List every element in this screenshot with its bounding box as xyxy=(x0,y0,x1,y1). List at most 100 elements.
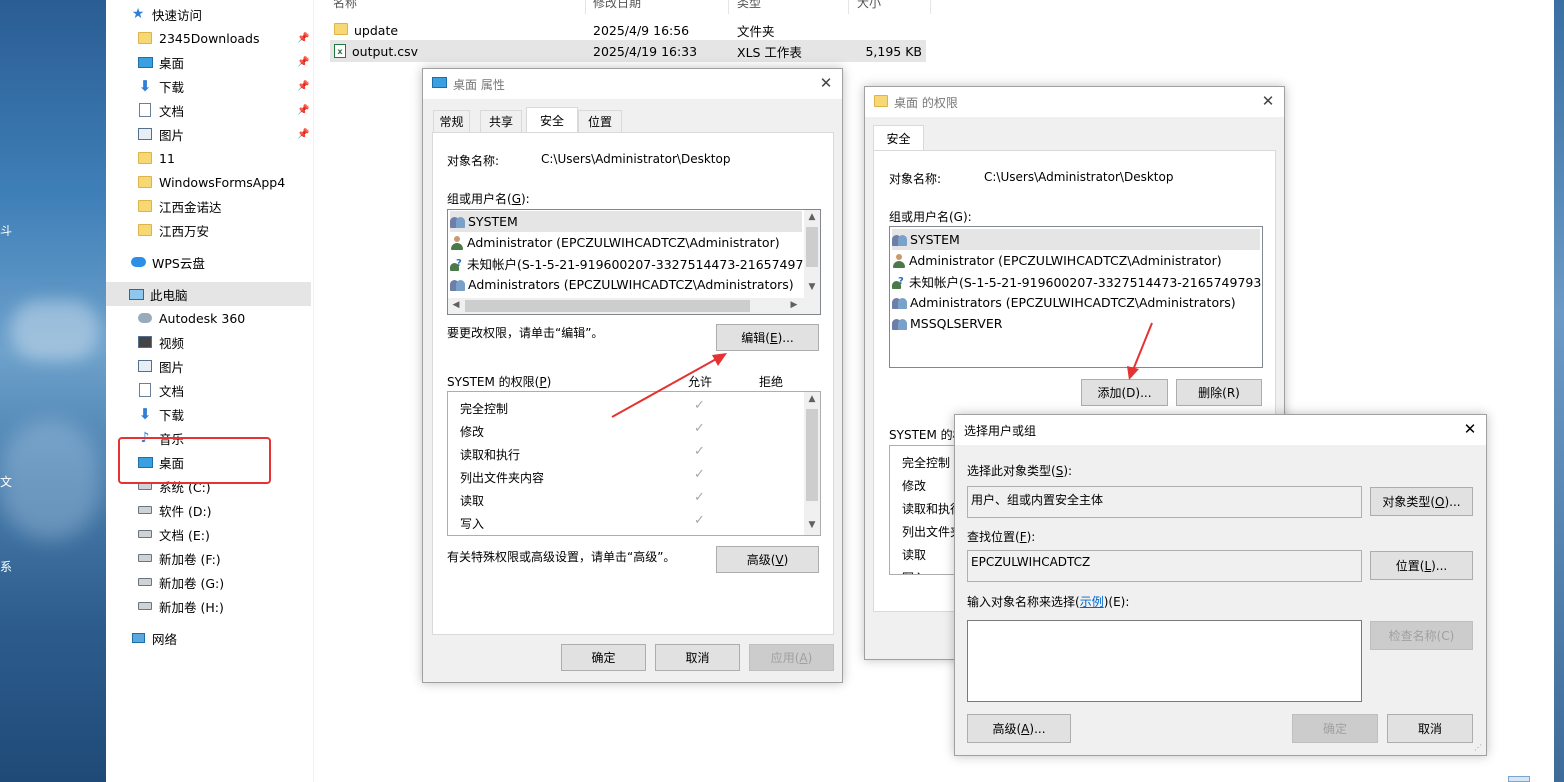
scroll-left-icon[interactable]: ◀ xyxy=(448,300,464,310)
permissions-list[interactable]: 完全控制 修改 读取和执行 列出文件夹内容 读取 写入 ✓ ✓ ✓ ✓ ✓ ✓ … xyxy=(447,391,821,536)
picture-icon xyxy=(137,358,153,374)
nav-item-documents-pinned[interactable]: 文档 xyxy=(137,98,184,122)
close-icon[interactable]: ✕ xyxy=(1462,421,1478,437)
nav-item-2345downloads[interactable]: 2345Downloads xyxy=(137,26,259,50)
object-names-textarea[interactable] xyxy=(967,620,1362,702)
column-divider[interactable] xyxy=(728,0,729,14)
nav-item-autodesk-360[interactable]: Autodesk 360 xyxy=(137,306,245,330)
nav-item-downloads-pinned[interactable]: ⬇ 下载 xyxy=(137,74,184,98)
remove-button[interactable]: 删除(R) xyxy=(1176,379,1262,406)
advanced-button[interactable]: 高级(A)... xyxy=(967,714,1071,743)
nav-item-downloads[interactable]: ⬇ 下载 xyxy=(137,402,184,426)
scroll-right-icon[interactable]: ▶ xyxy=(786,300,802,310)
nav-item-jiangxi-jinnuoda[interactable]: 江西金诺达 xyxy=(137,194,222,218)
nav-item-drive-e[interactable]: 文档 (E:) xyxy=(137,522,210,546)
edit-button[interactable]: 编辑(E)... xyxy=(716,324,819,351)
permission-name: 读取和执行 xyxy=(460,448,521,462)
vertical-scrollbar[interactable]: ▲ ▼ xyxy=(804,392,820,535)
nav-item-jiangxi-wanan[interactable]: 江西万安 xyxy=(137,218,209,242)
nav-item-documents[interactable]: 文档 xyxy=(137,378,184,402)
list-item[interactable]: SYSTEM xyxy=(450,211,802,232)
column-header-name[interactable]: 名称 xyxy=(333,0,357,11)
column-header-type[interactable]: 类型 xyxy=(737,0,761,11)
list-item[interactable]: SYSTEM xyxy=(892,229,1260,250)
ok-button[interactable]: 确定 xyxy=(1292,714,1378,743)
users-group-icon xyxy=(892,295,908,310)
dialog-titlebar[interactable]: 桌面 属性 ✕ xyxy=(423,69,842,99)
tab-security[interactable]: 安全 xyxy=(526,107,578,132)
close-icon[interactable]: ✕ xyxy=(1260,93,1276,109)
tab-location[interactable]: 位置 xyxy=(578,110,622,132)
folder-icon xyxy=(137,222,153,238)
close-icon[interactable]: ✕ xyxy=(818,75,834,91)
location-label: 查找位置(F): xyxy=(967,530,1036,544)
file-row-selected[interactable]: x output.csv 2025/4/19 16:33 XLS 工作表 5,1… xyxy=(330,40,926,62)
nav-item-pictures-pinned[interactable]: 图片 xyxy=(137,122,184,146)
horizontal-scrollbar[interactable]: ◀ ▶ xyxy=(448,298,820,314)
check-names-button[interactable]: 检查名称(C) xyxy=(1370,621,1473,650)
cancel-button[interactable]: 取消 xyxy=(1387,714,1473,743)
users-listbox[interactable]: SYSTEM Administrator (EPCZULWIHCADTCZ\Ad… xyxy=(447,209,821,315)
advanced-button[interactable]: 高级(V) xyxy=(716,546,819,573)
scrollbar-thumb[interactable] xyxy=(465,300,750,312)
nav-item-windowsformsapp4[interactable]: WindowsFormsApp4 xyxy=(137,170,285,194)
dialog-title: 选择用户或组 xyxy=(964,423,1037,438)
column-divider[interactable] xyxy=(930,0,931,14)
nav-item-videos[interactable]: 视频 xyxy=(137,330,184,354)
scroll-down-icon[interactable]: ▼ xyxy=(804,282,820,292)
download-icon: ⬇ xyxy=(138,405,152,423)
list-item[interactable]: MSSQLSERVER xyxy=(892,313,1002,334)
user-icon xyxy=(892,253,906,268)
column-header-size[interactable]: 大小 xyxy=(857,0,881,11)
nav-item-wps-cloud[interactable]: WPS云盘 xyxy=(130,250,205,274)
file-row[interactable]: update 2025/4/9 16:56 文件夹 xyxy=(330,19,926,41)
column-header-date[interactable]: 修改日期 xyxy=(593,0,641,11)
add-button[interactable]: 添加(D)... xyxy=(1081,379,1168,406)
list-item[interactable]: Administrator (EPCZULWIHCADTCZ\Administr… xyxy=(892,250,1222,271)
list-item[interactable]: Administrators (EPCZULWIHCADTCZ\Administ… xyxy=(450,274,794,295)
scrollbar-thumb[interactable] xyxy=(806,227,818,267)
nav-item-drive-g[interactable]: 新加卷 (G:) xyxy=(137,570,224,594)
vertical-scrollbar[interactable]: ▲ ▼ xyxy=(804,210,820,298)
nav-item-drive-d[interactable]: 软件 (D:) xyxy=(137,498,212,522)
object-types-button[interactable]: 对象类型(O)... xyxy=(1370,487,1473,516)
list-item[interactable]: ? 未知帐户(S-1-5-21-919600207-3327514473-2165… xyxy=(892,271,1262,292)
nav-item-drive-h[interactable]: 新加卷 (H:) xyxy=(137,594,224,618)
desktop-text: 文 xyxy=(0,475,13,489)
nav-item-drive-f[interactable]: 新加卷 (F:) xyxy=(137,546,221,570)
nav-item-network[interactable]: 网络 xyxy=(130,626,177,650)
scrollbar-thumb[interactable] xyxy=(806,409,818,501)
scroll-up-icon[interactable]: ▲ xyxy=(804,394,820,404)
ok-button[interactable]: 确定 xyxy=(561,644,646,671)
locations-button[interactable]: 位置(L)... xyxy=(1370,551,1473,580)
nav-item-pictures[interactable]: 图片 xyxy=(137,354,184,378)
scroll-up-icon[interactable]: ▲ xyxy=(804,212,820,222)
nav-item-folder-11[interactable]: 11 xyxy=(137,146,175,170)
resize-grip-icon[interactable]: ⋰ xyxy=(1474,743,1484,753)
scroll-down-icon[interactable]: ▼ xyxy=(804,520,820,530)
list-item[interactable]: ? 未知帐户(S-1-5-21-919600207-3327514473-2165… xyxy=(450,253,820,274)
pin-icon: 📌 xyxy=(297,105,310,116)
column-divider[interactable] xyxy=(848,0,849,14)
list-item[interactable]: Administrator (EPCZULWIHCADTCZ\Administr… xyxy=(450,232,780,253)
dialog-titlebar[interactable]: 选择用户或组 ✕ xyxy=(955,415,1486,445)
dialog-titlebar[interactable]: 桌面 的权限 ✕ xyxy=(865,87,1284,117)
cancel-button[interactable]: 取消 xyxy=(655,644,740,671)
tab-sharing[interactable]: 共享 xyxy=(480,110,522,132)
taskbar-corner xyxy=(1508,776,1530,782)
examples-link[interactable]: 示例 xyxy=(1080,595,1104,609)
change-permission-hint: 要更改权限，请单击“编辑”。 xyxy=(447,326,604,340)
tab-general[interactable]: 常规 xyxy=(433,110,470,132)
nav-item-desktop-pinned[interactable]: 桌面 xyxy=(137,50,184,74)
nav-item-this-pc[interactable]: 此电脑 xyxy=(106,282,311,306)
unknown-user-icon: ? xyxy=(892,274,906,289)
tab-security[interactable]: 安全 xyxy=(873,125,924,150)
permissions-list[interactable]: 完全控制 修改 读取和执行 列出文件夹 读取 写入 xyxy=(889,445,959,575)
nav-quick-access[interactable]: ★ 快速访问 xyxy=(130,2,202,26)
folder-icon xyxy=(334,22,348,38)
apply-button[interactable]: 应用(A) xyxy=(749,644,834,671)
list-item[interactable]: Administrators (EPCZULWIHCADTCZ\Administ… xyxy=(892,292,1236,313)
users-listbox[interactable]: SYSTEM Administrator (EPCZULWIHCADTCZ\Ad… xyxy=(889,226,1263,368)
drive-icon xyxy=(137,502,153,518)
column-divider[interactable] xyxy=(585,0,586,14)
